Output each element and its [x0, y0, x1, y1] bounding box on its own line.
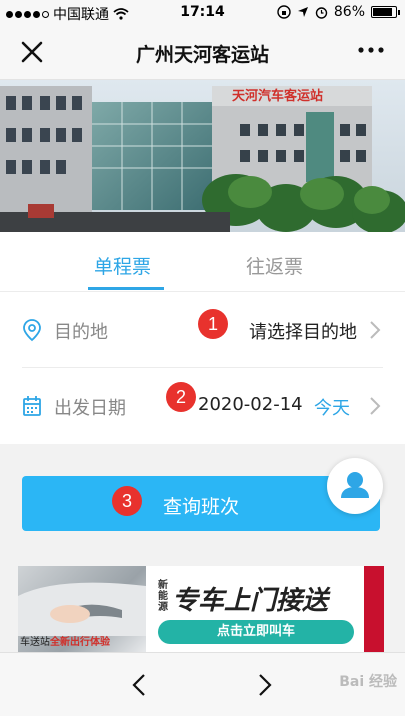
bottom-toolbar: Bai 经验 [0, 652, 405, 716]
ad-photo: 车送站全新出行体验 [18, 566, 146, 652]
battery-percent: 86% [333, 4, 365, 20]
page-title: 广州天河客运站 [135, 44, 269, 66]
station-banner-image: 天河汽车客运站 [0, 80, 405, 232]
status-bar: 中国联通 17:14 86% [0, 0, 405, 26]
status-right: 86% [277, 4, 400, 20]
today-link[interactable]: 今天 [314, 394, 350, 420]
ad-cta-button[interactable]: 点击立即叫车 [158, 620, 354, 644]
tab-round-trip[interactable]: 往返票 [246, 252, 303, 279]
banner-sign: 天河汽车客运站 [232, 88, 323, 104]
destination-label: 目的地 [54, 322, 108, 343]
annotation-badge-1: 1 [198, 309, 228, 339]
location-pin-icon [23, 319, 41, 342]
chevron-right-icon [370, 321, 381, 339]
annotation-badge-3: 3 [112, 486, 142, 516]
ad-tag: 新能源 [158, 580, 168, 613]
tab-one-way[interactable]: 单程票 [94, 252, 151, 279]
departure-date-row[interactable]: 出发日期 2020-02-14 今天 [0, 368, 405, 444]
active-tab-indicator [88, 287, 164, 290]
rotation-lock-icon [277, 5, 291, 19]
back-arrow-icon[interactable] [132, 673, 146, 697]
ad-side-strip [364, 566, 384, 652]
departure-date-value[interactable]: 2020-02-14 [198, 394, 303, 415]
ticket-type-tabs: 单程票 往返票 [0, 232, 405, 292]
ad-caption: 车送站全新出行体验 [20, 637, 110, 648]
forward-arrow-icon[interactable] [258, 673, 272, 697]
ad-banner[interactable]: 车送站全新出行体验 新能源 专车上门接送 点击立即叫车 [18, 566, 384, 652]
more-icon[interactable] [357, 38, 385, 68]
nav-bar: 广州天河客运站 [0, 26, 405, 80]
annotation-badge-2: 2 [166, 382, 196, 412]
location-arrow-icon [297, 7, 308, 17]
battery-fill [373, 8, 392, 16]
alarm-icon [315, 6, 328, 19]
user-icon [341, 472, 369, 498]
departure-date-label: 出发日期 [54, 398, 126, 419]
chevron-right-icon [370, 397, 381, 415]
customer-service-button[interactable] [327, 458, 383, 514]
battery-icon [371, 6, 400, 18]
ad-title: 专车上门接送 [172, 586, 329, 616]
destination-value[interactable]: 请选择目的地 [249, 318, 357, 344]
calendar-icon [23, 396, 41, 416]
watermark-logo: Bai 经验 [339, 674, 397, 690]
